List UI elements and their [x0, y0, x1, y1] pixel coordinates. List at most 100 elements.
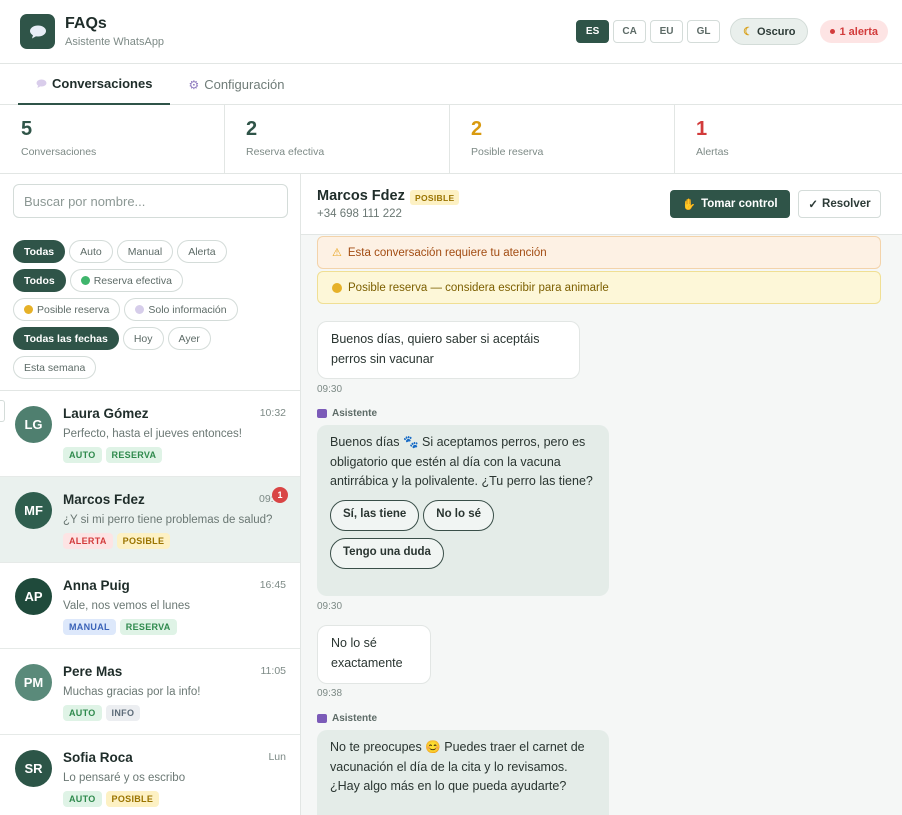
- filter-date-today[interactable]: Hoy: [122, 327, 164, 350]
- conversation-item-selected[interactable]: MF Marcos Fdez 09: 1 ¿Y si mi perro tien…: [0, 477, 300, 563]
- filter-mode-manual[interactable]: Manual: [116, 240, 174, 263]
- sidebar-collapse-handle[interactable]: [0, 400, 5, 422]
- conversation-item[interactable]: PM Pere Mas 11:05 Muchas gracias por la …: [0, 649, 300, 735]
- conversation-item[interactable]: AP Anna Puig 16:45 Vale, nos vemos el lu…: [0, 563, 300, 649]
- speech-bubble-icon: [36, 79, 47, 88]
- lang-eu-button[interactable]: EU: [650, 20, 684, 43]
- contact-status-badge: POSIBLE: [410, 190, 460, 205]
- tag-manual: MANUAL: [63, 619, 116, 635]
- tab-conversations[interactable]: Conversaciones: [18, 64, 171, 105]
- banner-text: Esta conversación requiere tu atención: [347, 246, 547, 259]
- avatar: MF: [15, 492, 52, 529]
- filter-mode-auto[interactable]: Auto: [69, 240, 113, 263]
- filter-mode-alert[interactable]: Alerta: [177, 240, 227, 263]
- stat-label: Reserva efectiva: [246, 146, 325, 158]
- filter-date-week[interactable]: Esta semana: [13, 356, 97, 379]
- stat-label: Alertas: [696, 146, 729, 158]
- assistant-label: Asistente: [317, 408, 377, 419]
- quick-reply-yes[interactable]: Sí, las tiene: [330, 499, 420, 531]
- lang-gl-button[interactable]: GL: [687, 20, 721, 43]
- message-preview: Lo pensaré y os escribo: [63, 772, 186, 784]
- user-message-bubble: No lo sé exactamente: [317, 625, 431, 684]
- app-subtitle: Asistente WhatsApp: [65, 36, 165, 48]
- possible-booking-banner: Posible reserva — considera escribir par…: [317, 271, 881, 304]
- take-control-button[interactable]: ✋ Tomar control: [670, 190, 790, 218]
- conversation-item[interactable]: LG Laura Gómez 10:32 Perfecto, hasta el …: [0, 391, 300, 477]
- message-time: 09:30: [317, 601, 343, 612]
- stat-alerts: 1 Alertas: [675, 105, 900, 174]
- message-text: No te preocupes 😊 Puedes traer el carnet…: [330, 740, 585, 793]
- tag-auto: AUTO: [63, 791, 102, 807]
- quick-reply-unknown[interactable]: No lo sé: [423, 499, 495, 531]
- moon-icon: ☾: [743, 26, 753, 38]
- chip-label: Solo información: [148, 303, 227, 316]
- message-time: 16:45: [259, 579, 286, 591]
- green-dot-icon: [80, 276, 90, 285]
- filter-outcome-all[interactable]: Todos: [13, 269, 66, 292]
- filter-date-yesterday[interactable]: Ayer: [167, 327, 211, 350]
- quick-reply-question[interactable]: Tengo una duda: [330, 537, 444, 569]
- assistant-name: Asistente: [332, 408, 378, 419]
- message-time: 10:32: [259, 407, 286, 419]
- contact-name: Sofia Roca: [63, 750, 133, 765]
- tag-alerta: ALERTA: [63, 533, 113, 549]
- filter-outcome-info[interactable]: Solo información: [124, 298, 238, 321]
- stat-conversations: 5 Conversaciones: [0, 105, 225, 174]
- user-message-bubble: Buenos días, quiero saber si aceptáis pe…: [317, 321, 580, 379]
- message-time: 09:38: [317, 688, 343, 699]
- tag-auto: AUTO: [63, 705, 102, 721]
- avatar: SR: [15, 750, 52, 787]
- app-logo: [20, 14, 55, 49]
- top-header: FAQs Asistente WhatsApp ES CA EU GL ☾ Os…: [0, 0, 902, 64]
- contact-phone: +34 698 111 222: [317, 208, 402, 220]
- chat-panel: Marcos Fdez POSIBLE +34 698 111 222 ✋ To…: [301, 174, 902, 815]
- filter-date-all[interactable]: Todas las fechas: [13, 327, 119, 350]
- gear-icon: ⚙: [188, 77, 200, 92]
- alert-count-pill[interactable]: 1 alerta: [820, 20, 888, 43]
- message-preview: Perfecto, hasta el jueves entonces!: [63, 428, 242, 440]
- robot-icon: [317, 714, 327, 723]
- tag-reserva: RESERVA: [119, 619, 177, 635]
- message-time: Lun: [268, 751, 286, 763]
- assistant-name: Asistente: [332, 713, 378, 724]
- message-text: Buenos días 🐾 Si aceptamos perros, pero …: [330, 435, 593, 488]
- filter-outcome-possible[interactable]: Posible reserva: [13, 298, 121, 321]
- tag-info: INFO: [105, 705, 141, 721]
- contact-name: Pere Mas: [63, 664, 123, 679]
- dark-mode-button[interactable]: ☾ Oscuro: [730, 18, 809, 45]
- stat-label: Posible reserva: [471, 146, 544, 158]
- tab-settings[interactable]: ⚙ Configuración: [170, 64, 302, 105]
- stat-label: Conversaciones: [21, 146, 97, 158]
- conversation-sidebar: Todas Auto Manual Alerta Todos Reserva e…: [0, 174, 301, 815]
- filter-outcome-effective[interactable]: Reserva efectiva: [69, 269, 183, 292]
- take-control-label: Tomar control: [701, 198, 778, 210]
- tag-posible: POSIBLE: [116, 533, 171, 549]
- contact-name: Marcos Fdez: [63, 492, 145, 507]
- resolve-button[interactable]: ✓ Resolver: [798, 190, 881, 218]
- filter-mode-all[interactable]: Todas: [13, 240, 66, 263]
- app-window: FAQs Asistente WhatsApp ES CA EU GL ☾ Os…: [0, 0, 902, 815]
- resolve-label: Resolver: [822, 198, 871, 210]
- message-text: No lo sé exactamente: [331, 636, 403, 670]
- tab-label: Configuración: [204, 77, 285, 92]
- chip-label: Reserva efectiva: [93, 274, 172, 287]
- conversation-item[interactable]: SR Sofia Roca Lun Lo pensaré y os escrib…: [0, 735, 300, 815]
- search-input[interactable]: [13, 184, 288, 218]
- assistant-label: Asistente: [317, 713, 377, 724]
- tag-reserva: RESERVA: [105, 447, 163, 463]
- stats-bar: 5 Conversaciones 2 Reserva efectiva 2 Po…: [0, 105, 902, 174]
- avatar: LG: [15, 406, 52, 443]
- yellow-circle-icon: [332, 282, 342, 293]
- message-preview: Muchas gracias por la info!: [63, 686, 201, 698]
- stat-value: 2: [246, 118, 258, 140]
- message-preview: ¿Y si mi perro tiene problemas de salud?: [63, 514, 273, 526]
- lang-es-button[interactable]: ES: [576, 20, 610, 43]
- lang-ca-button[interactable]: CA: [613, 20, 647, 43]
- chat-header: Marcos Fdez POSIBLE +34 698 111 222 ✋ To…: [301, 174, 902, 235]
- unread-badge: 1: [272, 487, 288, 503]
- avatar: AP: [15, 578, 52, 615]
- alert-dot-icon: [830, 29, 836, 34]
- stat-possible-booking: 2 Posible reserva: [450, 105, 675, 174]
- alert-count-label: 1 alerta: [839, 25, 878, 38]
- chip-label: Posible reserva: [37, 303, 110, 316]
